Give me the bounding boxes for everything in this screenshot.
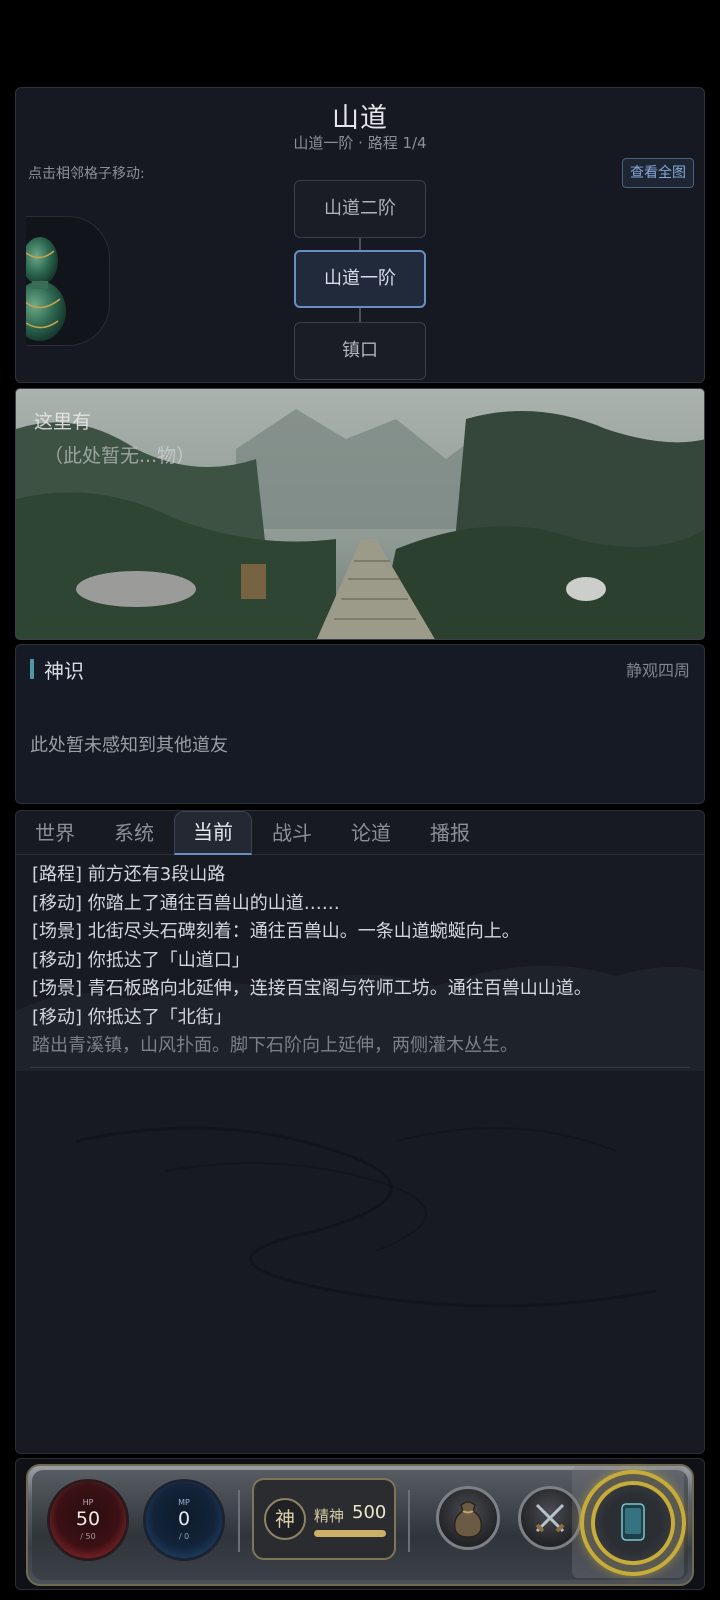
log-line: [路程] 前方还有3段山路 xyxy=(32,864,226,885)
log-line: [移动] 你抵达了「山道口」 xyxy=(32,949,250,971)
spirit-icon: 神 xyxy=(264,1498,306,1540)
sense-message: 此处暂未感知到其他道友 xyxy=(30,735,228,756)
log-divider xyxy=(30,1067,690,1068)
log-description: 踏出青溪镇，山风扑面。脚下石阶向上延伸，两侧灌木丛生。 xyxy=(32,1035,518,1056)
log-line: [场景] 北街尽头石碑刻着：通往百兽山。一条山道蜿蜒向上。 xyxy=(32,921,520,942)
log-line: [移动] 你抵达了「北街」 xyxy=(32,1006,232,1028)
scene-illustration: 这里有 （此处暂无...物） xyxy=(15,388,705,640)
tab-broadcast[interactable]: 播报 xyxy=(411,811,489,855)
tab-discussion[interactable]: 论道 xyxy=(332,811,410,855)
hud-divider xyxy=(408,1490,410,1552)
hp-label: HP xyxy=(82,1498,94,1507)
hud-divider xyxy=(238,1490,240,1552)
jade-slip-button[interactable] xyxy=(580,1470,686,1576)
map-title: 山道 xyxy=(332,103,388,134)
log-tabs: 世界 系统 当前 战斗 论道 播报 xyxy=(16,811,704,855)
scene-overlay-title: 这里有 xyxy=(34,411,92,433)
bag-button[interactable] xyxy=(436,1486,500,1550)
map-node-upper[interactable]: 山道二阶 xyxy=(294,180,426,238)
map-panel: 山道 山道一阶 · 路程 1/4 点击相邻格子移动: 查看全图 山道二阶 山道一… xyxy=(15,87,705,383)
hp-orb[interactable]: HP 50 / 50 xyxy=(50,1482,126,1558)
sense-panel: 神识 静观四周 此处暂未感知到其他道友 xyxy=(15,644,705,804)
mp-orb[interactable]: MP 0 / 0 xyxy=(146,1482,222,1558)
map-hint: 点击相邻格子移动: xyxy=(28,166,145,182)
path-connector xyxy=(359,308,361,322)
tab-system[interactable]: 系统 xyxy=(95,811,173,855)
view-full-map-button[interactable]: 查看全图 xyxy=(622,158,694,188)
scene-overlay-note: （此处暂无...物） xyxy=(44,445,196,467)
crossed-swords-icon xyxy=(535,1503,565,1533)
log-panel: 世界 系统 当前 战斗 论道 播报 [路程] 前方还有3段山路 [移动] 你踏上… xyxy=(15,810,705,1454)
hp-max: / 50 xyxy=(80,1532,96,1541)
log-list: [路程] 前方还有3段山路 [移动] 你踏上了通往百兽山的山道…… [场景] 北… xyxy=(32,861,592,1061)
log-line: [场景] 青石板路向北延伸，连接百宝阁与符师工坊。通往百兽山山道。 xyxy=(32,978,592,999)
map-node-lower[interactable]: 镇口 xyxy=(294,322,426,380)
bag-icon xyxy=(453,1501,483,1538)
mp-max: / 0 xyxy=(178,1532,190,1541)
spirit-fill xyxy=(314,1530,386,1537)
tab-current[interactable]: 当前 xyxy=(174,811,252,855)
mp-label: MP xyxy=(178,1498,190,1507)
phone-icon xyxy=(621,1503,645,1541)
tab-combat[interactable]: 战斗 xyxy=(253,811,331,855)
mp-value: 0 xyxy=(177,1508,191,1530)
observe-surroundings-button[interactable]: 静观四周 xyxy=(626,657,690,681)
tab-world[interactable]: 世界 xyxy=(16,811,94,855)
spirit-value: 500 xyxy=(352,1502,387,1523)
gourd-artifact-icon[interactable] xyxy=(26,216,110,346)
map-subtitle: 山道一阶 · 路程 1/4 xyxy=(293,134,427,152)
hp-value: 50 xyxy=(75,1508,101,1530)
section-accent-bar xyxy=(30,659,34,679)
log-line: [移动] 你踏上了通往百兽山的山道…… xyxy=(32,892,340,914)
sense-title: 神识 xyxy=(44,659,84,683)
map-node-current[interactable]: 山道一阶 xyxy=(294,250,426,308)
spirit-label: 精神 xyxy=(314,1507,345,1525)
